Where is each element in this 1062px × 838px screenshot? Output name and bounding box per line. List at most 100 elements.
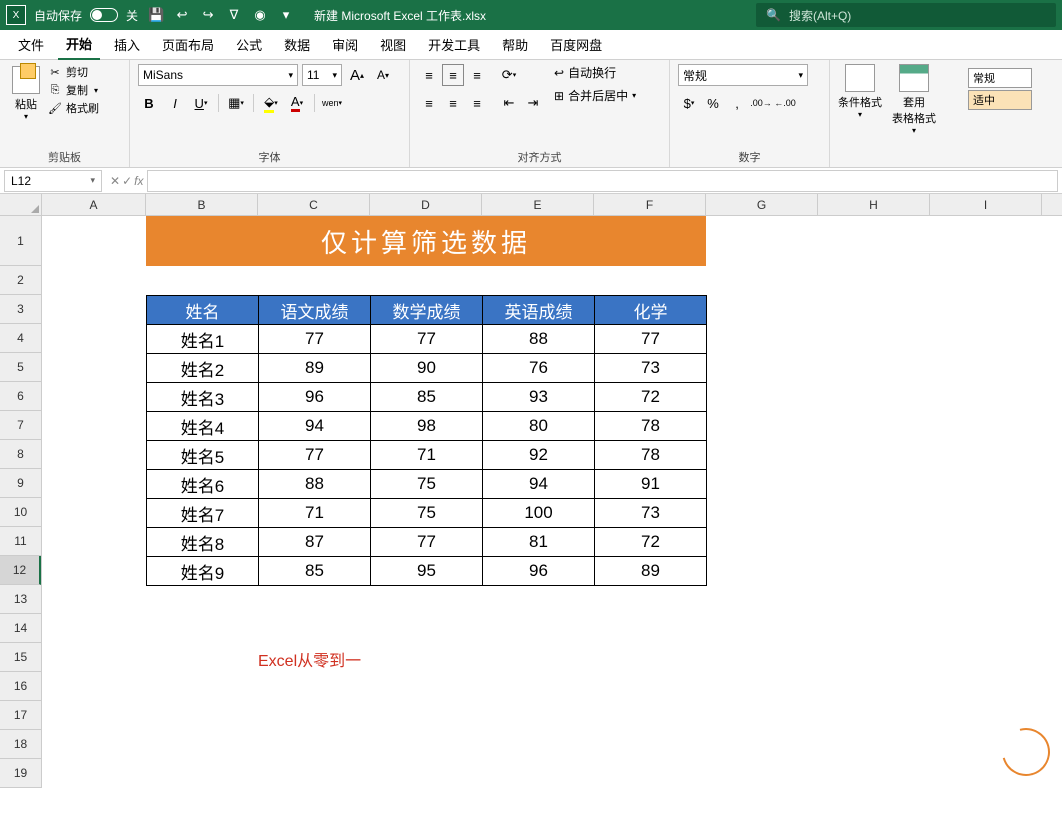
cancel-icon[interactable]: ✕ [110, 174, 120, 188]
table-cell[interactable]: 姓名9 [147, 557, 259, 586]
align-top-icon[interactable]: ≡ [418, 64, 440, 86]
bold-button[interactable]: B [138, 92, 160, 114]
row-header-18[interactable]: 18 [0, 730, 41, 759]
table-cell[interactable]: 88 [259, 470, 371, 499]
row-header-6[interactable]: 6 [0, 382, 41, 411]
number-format-combo[interactable]: 常规▾ [678, 64, 808, 86]
increase-font-icon[interactable]: A▴ [346, 64, 368, 86]
table-cell[interactable]: 77 [259, 441, 371, 470]
row-header-4[interactable]: 4 [0, 324, 41, 353]
tab-开发工具[interactable]: 开发工具 [420, 30, 488, 59]
table-cell[interactable]: 98 [371, 412, 483, 441]
table-cell[interactable]: 77 [371, 528, 483, 557]
row-header-9[interactable]: 9 [0, 469, 41, 498]
table-header[interactable]: 化学 [595, 296, 707, 325]
table-cell[interactable]: 93 [483, 383, 595, 412]
tab-审阅[interactable]: 审阅 [324, 30, 366, 59]
italic-button[interactable]: I [164, 92, 186, 114]
fill-color-button[interactable]: ⬙▾ [260, 92, 282, 114]
tab-帮助[interactable]: 帮助 [494, 30, 536, 59]
table-cell[interactable]: 88 [483, 325, 595, 354]
table-cell[interactable]: 78 [595, 441, 707, 470]
col-header-C[interactable]: C [258, 194, 370, 215]
row-header-16[interactable]: 16 [0, 672, 41, 701]
col-header-E[interactable]: E [482, 194, 594, 215]
table-cell[interactable]: 81 [483, 528, 595, 557]
table-cell[interactable]: 姓名5 [147, 441, 259, 470]
increase-indent-icon[interactable]: ⇥ [522, 92, 544, 114]
table-header[interactable]: 姓名 [147, 296, 259, 325]
tab-文件[interactable]: 文件 [10, 30, 52, 59]
paste-button[interactable]: 粘贴 ▾ [8, 64, 44, 121]
decrease-font-icon[interactable]: A▾ [372, 64, 394, 86]
decrease-decimal-icon[interactable]: ←.00 [774, 92, 796, 114]
col-header-I[interactable]: I [930, 194, 1042, 215]
name-box[interactable]: L12 [4, 170, 102, 192]
align-bottom-icon[interactable]: ≡ [466, 64, 488, 86]
row-header-5[interactable]: 5 [0, 353, 41, 382]
merge-center-button[interactable]: ⊞合并后居中▾ [554, 87, 636, 104]
table-cell[interactable]: 87 [259, 528, 371, 557]
col-header-G[interactable]: G [706, 194, 818, 215]
table-cell[interactable]: 100 [483, 499, 595, 528]
copy-button[interactable]: ⎘复制▾ [48, 82, 99, 98]
row-header-7[interactable]: 7 [0, 411, 41, 440]
cut-button[interactable]: ✂剪切 [48, 64, 99, 80]
table-cell[interactable]: 96 [483, 557, 595, 586]
search-box[interactable]: 🔍 搜索(Alt+Q) [756, 3, 1056, 27]
table-cell[interactable]: 72 [595, 383, 707, 412]
font-size-combo[interactable]: 11▾ [302, 64, 342, 86]
table-header[interactable]: 语文成绩 [259, 296, 371, 325]
worksheet[interactable]: 12345678910111213141516171819 ABCDEFGHI … [0, 194, 1062, 838]
align-middle-icon[interactable]: ≡ [442, 64, 464, 86]
row-header-12[interactable]: 12 [0, 556, 41, 585]
tab-百度网盘[interactable]: 百度网盘 [542, 30, 610, 59]
enter-icon[interactable]: ✓ [122, 174, 132, 188]
tab-开始[interactable]: 开始 [58, 29, 100, 60]
comma-format-icon[interactable]: , [726, 92, 748, 114]
wrap-text-button[interactable]: ↩自动换行 [554, 64, 636, 81]
table-cell[interactable]: 姓名1 [147, 325, 259, 354]
table-cell[interactable]: 73 [595, 354, 707, 383]
table-cell[interactable]: 71 [259, 499, 371, 528]
table-cell[interactable]: 78 [595, 412, 707, 441]
table-cell[interactable]: 85 [371, 383, 483, 412]
select-all-corner[interactable] [0, 194, 42, 216]
table-cell[interactable]: 80 [483, 412, 595, 441]
table-cell[interactable]: 91 [595, 470, 707, 499]
table-cell[interactable]: 75 [371, 470, 483, 499]
col-header-D[interactable]: D [370, 194, 482, 215]
style-normal[interactable]: 常规 [968, 68, 1032, 88]
align-left-icon[interactable]: ≡ [418, 92, 440, 114]
row-header-2[interactable]: 2 [0, 266, 41, 295]
save-icon[interactable]: 💾 [148, 7, 164, 23]
increase-decimal-icon[interactable]: .00→ [750, 92, 772, 114]
undo-icon[interactable]: ↩ [174, 7, 190, 23]
underline-button[interactable]: U▾ [190, 92, 212, 114]
decrease-indent-icon[interactable]: ⇤ [498, 92, 520, 114]
row-header-1[interactable]: 1 [0, 216, 41, 266]
accounting-format-icon[interactable]: $▾ [678, 92, 700, 114]
cells-area[interactable]: 仅计算筛选数据 姓名语文成绩数学成绩英语成绩化学姓名177778877姓名289… [42, 216, 1062, 838]
camera-icon[interactable]: ◉ [252, 7, 268, 23]
table-cell[interactable]: 96 [259, 383, 371, 412]
table-cell[interactable]: 姓名3 [147, 383, 259, 412]
row-header-15[interactable]: 15 [0, 643, 41, 672]
fx-icon[interactable]: fx [134, 174, 143, 188]
conditional-format-button[interactable]: 条件格式 ▾ [838, 64, 882, 135]
tab-页面布局[interactable]: 页面布局 [154, 30, 222, 59]
filter-icon[interactable]: ∇ [226, 7, 242, 23]
table-cell[interactable]: 90 [371, 354, 483, 383]
tab-公式[interactable]: 公式 [228, 30, 270, 59]
table-cell[interactable]: 77 [259, 325, 371, 354]
table-cell[interactable]: 76 [483, 354, 595, 383]
table-cell[interactable]: 75 [371, 499, 483, 528]
font-name-combo[interactable]: MiSans▾ [138, 64, 298, 86]
tab-插入[interactable]: 插入 [106, 30, 148, 59]
table-cell[interactable]: 姓名8 [147, 528, 259, 557]
table-cell[interactable]: 姓名2 [147, 354, 259, 383]
font-color-button[interactable]: A▾ [286, 92, 308, 114]
table-cell[interactable]: 89 [595, 557, 707, 586]
table-cell[interactable]: 姓名7 [147, 499, 259, 528]
row-header-11[interactable]: 11 [0, 527, 41, 556]
